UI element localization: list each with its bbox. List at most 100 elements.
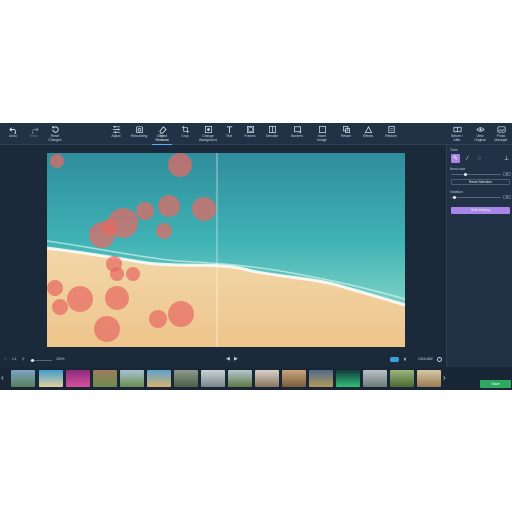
filmstrip-thumbnail[interactable] (417, 370, 441, 387)
object-removal-label: Object Removal (155, 134, 169, 142)
edited-photo[interactable] (47, 153, 405, 347)
filmstrip-left-arrow-icon[interactable]: ‹ (1, 373, 4, 382)
restore-icon (387, 125, 395, 134)
filmstrip-thumbnail[interactable] (336, 370, 360, 387)
reset-changes-button[interactable]: Reset Changes (42, 124, 68, 144)
denoise-button[interactable]: Denoise (259, 124, 285, 144)
filmstrip-right-arrow-icon[interactable]: › (443, 373, 446, 382)
filmstrip: ‹ › (0, 367, 512, 390)
start-erasing-button[interactable]: Start Erasing (451, 207, 510, 214)
filmstrip-thumbnail[interactable] (11, 370, 35, 387)
text-label: Text (225, 134, 233, 138)
filmstrip-thumbnail[interactable] (282, 370, 306, 387)
filmstrip-thumbnail[interactable] (120, 370, 144, 387)
crop-label: Crop (181, 134, 189, 138)
filmstrip-thumbnail[interactable] (309, 370, 333, 387)
save-button[interactable]: Save (480, 380, 511, 388)
object-selection-mark (136, 202, 154, 220)
filmstrip-thumbnail[interactable] (39, 370, 63, 387)
view-original-label: View Original (474, 134, 486, 142)
info-icon[interactable] (437, 357, 442, 362)
before-after-icon (453, 126, 461, 133)
brush-size-handle[interactable] (464, 173, 467, 176)
eye-icon (475, 127, 485, 132)
cloud-icon[interactable] (390, 357, 399, 362)
brush-size-value[interactable]: 25 (503, 172, 511, 176)
bottom-status-bar: ⛶ 1:1 ⚲ 100% ◀ ▶ ▮ 1024×682 (0, 354, 446, 367)
undo-icon (8, 127, 16, 134)
sliders-icon (112, 125, 120, 134)
previous-image-arrow-icon[interactable]: ◀ (226, 356, 230, 362)
brush-tool-icon[interactable]: ✎ (451, 154, 460, 163)
fit-button[interactable]: 1:1 (12, 357, 17, 361)
object-selection-mark (168, 153, 192, 177)
filmstrip-thumbnail[interactable] (201, 370, 225, 387)
effects-icon (364, 126, 372, 134)
retouch-icon (135, 126, 143, 134)
redo-label: Redo (30, 134, 38, 138)
filmstrip-thumbnail[interactable] (93, 370, 117, 387)
lasso-tool-icon[interactable]: ◌ (475, 154, 484, 163)
adjust-label: Adjust (111, 134, 121, 138)
stamp-tool-icon[interactable]: ⊥ (502, 154, 511, 163)
filmstrip-thumbnail[interactable] (174, 370, 198, 387)
resize-label: Resize (340, 134, 352, 138)
zoom-handle[interactable] (31, 359, 34, 362)
object-selection-mark (149, 310, 167, 328)
effects-label: Effects (362, 134, 374, 138)
photo-manager-button[interactable]: Photo Manager (488, 124, 512, 144)
reset-icon (51, 125, 59, 133)
frame-icon (246, 125, 254, 134)
filmstrip-thumbnail[interactable] (363, 370, 387, 387)
filmstrip-thumbnail[interactable] (228, 370, 252, 387)
pencil-tool-icon[interactable]: ⁄ (463, 154, 472, 163)
fullscreen-icon[interactable]: ⛶ (4, 357, 6, 361)
change-background-label: Change Background (199, 134, 217, 142)
object-selection-mark (50, 154, 64, 168)
object-selection-mark (67, 286, 93, 312)
before-after-label: Before / After (451, 134, 463, 142)
next-image-arrow-icon[interactable]: ▶ (234, 356, 238, 362)
filmstrip-thumbnail[interactable] (66, 370, 90, 387)
restore-button[interactable]: Restore (378, 124, 404, 144)
filmstrip-thumbnail[interactable] (390, 370, 414, 387)
object-selection-mark (192, 197, 216, 221)
canvas-area (0, 145, 446, 354)
filmstrip-thumbnail[interactable] (147, 370, 171, 387)
text-icon (226, 126, 232, 134)
trash-icon[interactable]: ▮ (404, 357, 406, 361)
reset-selection-button[interactable]: Reset Selection (451, 179, 510, 185)
zoom-icon[interactable]: ⚲ (22, 357, 24, 361)
object-selection-mark (168, 301, 194, 327)
borders-label: Borders (291, 134, 303, 138)
object-selection-mark (105, 286, 129, 310)
photo-manager-icon (497, 126, 505, 133)
retouching-label: Retouching (130, 134, 148, 138)
borders-button[interactable]: Borders (284, 124, 310, 144)
photo-editor-window: Undo Redo Reset Changes Adjust Retouchin… (0, 123, 512, 390)
crop-icon (181, 125, 189, 134)
insert-image-button[interactable]: Insert Image (309, 124, 335, 144)
object-selection-mark (110, 267, 124, 281)
object-selection-mark (94, 316, 120, 342)
reset-changes-label: Reset Changes (48, 134, 62, 142)
insert-image-label: Insert Image (317, 134, 327, 142)
frames-label: Frames (244, 134, 256, 138)
filmstrip-thumbnail[interactable] (255, 370, 279, 387)
object-selection-mark (101, 219, 117, 235)
brush-size-slider[interactable] (451, 174, 501, 175)
variation-slider[interactable] (451, 197, 501, 198)
object-selection-mark (47, 280, 63, 296)
object-selection-mark (126, 267, 140, 281)
image-size: 1024×682 (418, 357, 433, 361)
variation-handle[interactable] (453, 196, 456, 199)
eraser-icon (158, 126, 167, 134)
redo-icon (31, 127, 39, 134)
variation-value[interactable]: 10 (503, 195, 511, 199)
tools-heading: Tools (450, 148, 458, 152)
restore-label: Restore (385, 134, 397, 138)
borders-icon (293, 126, 301, 134)
insert-image-icon (318, 125, 326, 134)
resize-icon (342, 125, 350, 134)
undo-label: Undo (9, 134, 17, 138)
